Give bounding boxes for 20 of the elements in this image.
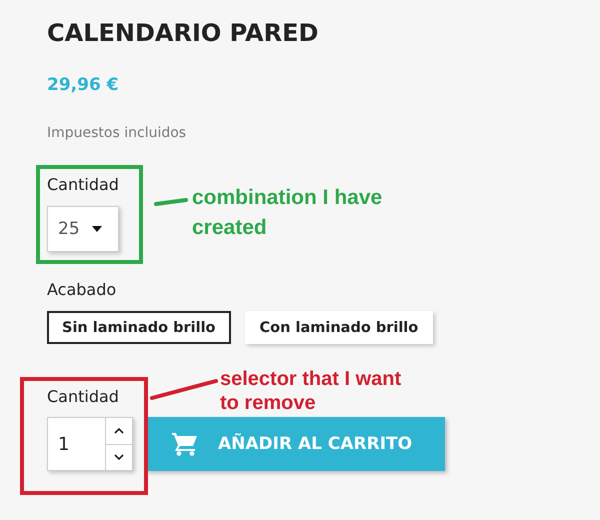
chevron-down-icon xyxy=(114,454,124,460)
caret-icon xyxy=(92,226,102,232)
quantity-dropdown[interactable]: 25 xyxy=(47,206,119,252)
field-label: Cantidad xyxy=(47,387,119,407)
tax-note: Impuestos incluidos xyxy=(47,124,186,143)
decrement-button[interactable] xyxy=(106,444,132,470)
option-button[interactable]: Sin laminado brillo xyxy=(47,311,231,344)
field-label: Acabado xyxy=(47,280,116,300)
annotation-note: selector that I want to remove xyxy=(220,367,402,415)
option-button[interactable]: Con laminado brillo xyxy=(244,311,434,344)
leader-line xyxy=(150,379,218,400)
field-label: Cantidad xyxy=(47,175,119,195)
chevron-up-icon xyxy=(114,428,124,434)
product-title: CALENDARIO PARED xyxy=(47,18,318,48)
leader-line xyxy=(154,198,188,206)
cart-icon xyxy=(172,432,198,456)
quantity-field[interactable]: 1 xyxy=(47,417,133,471)
annotation-note: combination I have created xyxy=(192,185,384,241)
product-price: 29,96 € xyxy=(47,75,119,95)
increment-button[interactable] xyxy=(106,418,132,444)
